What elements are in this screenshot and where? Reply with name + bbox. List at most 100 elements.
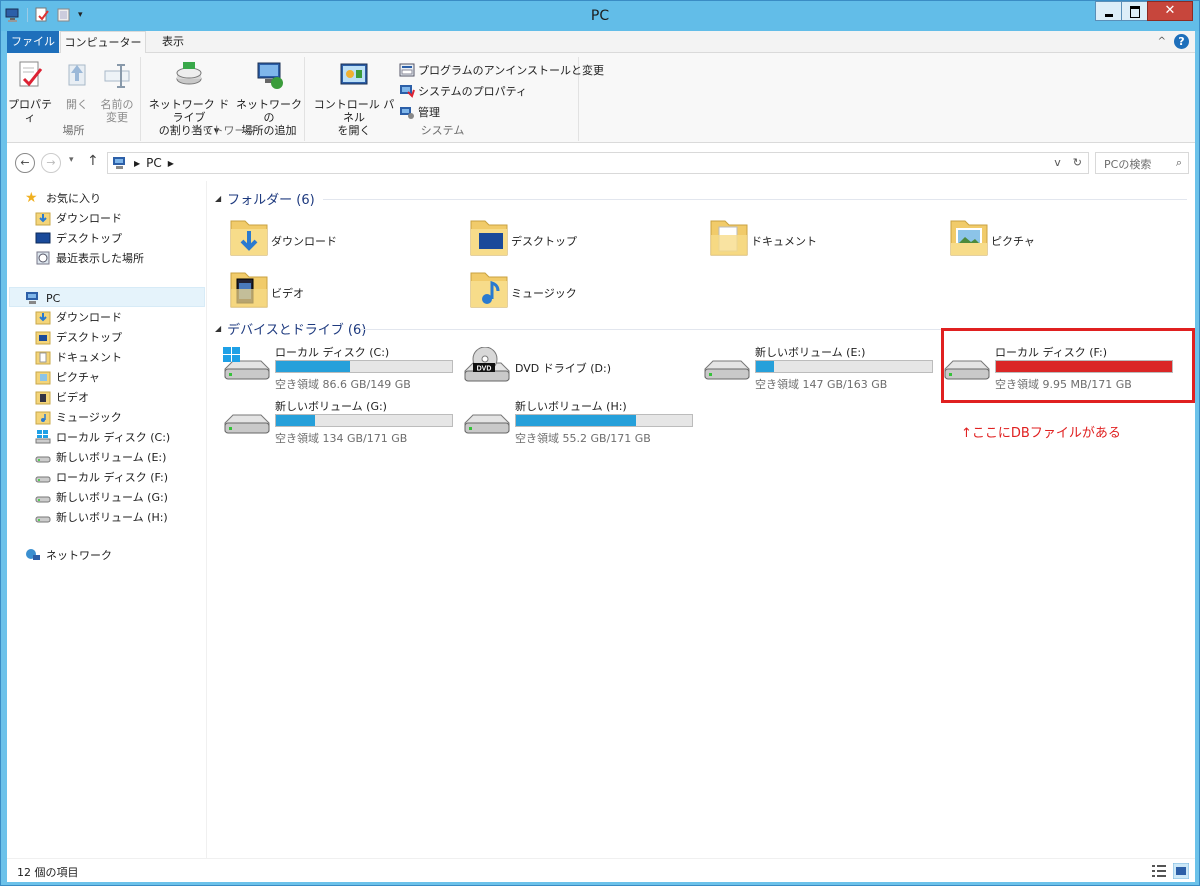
group-network: ネットワーク ドライブ の割り当て▾ ネットワークの 場所の追加 ネットワーク xyxy=(143,57,305,141)
nav-pc-pictures[interactable]: ピクチャ xyxy=(35,367,100,387)
hard-drive-icon xyxy=(35,456,51,463)
system-properties-button[interactable]: システムのプロパティ xyxy=(399,80,604,101)
refresh-icon[interactable]: ↻ xyxy=(1073,156,1082,169)
tab-computer[interactable]: コンピューター xyxy=(60,31,146,54)
section-header-drives[interactable]: ◢ デバイスとドライブ (6) xyxy=(215,318,366,338)
breadcrumb-pc[interactable]: PC xyxy=(146,156,162,170)
nav-fav-downloads[interactable]: ダウンロード xyxy=(35,208,122,228)
view-switcher xyxy=(1151,863,1189,879)
drive-g[interactable]: 新しいボリューム (G:) 空き領域 134 GB/171 GB xyxy=(211,395,453,445)
folder-videos[interactable]: ビデオ xyxy=(211,267,451,315)
hard-drive-icon xyxy=(35,496,51,503)
up-button[interactable]: ↑ xyxy=(87,153,99,169)
system-properties-icon xyxy=(400,84,415,98)
back-button[interactable]: ← xyxy=(15,153,35,173)
properties-icon xyxy=(19,61,43,87)
open-button[interactable]: 開く xyxy=(57,57,97,111)
details-view-icon[interactable] xyxy=(1151,863,1167,879)
capacity-bar xyxy=(755,360,933,373)
explorer-window: ▾ PC ✕ ファイル コンピューター 表示 ^ ? プロパティ 開く 名前の … xyxy=(0,0,1200,886)
address-dropdown-icon[interactable]: v xyxy=(1054,156,1061,169)
close-button[interactable]: ✕ xyxy=(1147,1,1193,21)
manage-icon xyxy=(400,106,414,119)
star-icon: ★ xyxy=(25,190,38,206)
large-icons-view-icon[interactable] xyxy=(1173,863,1189,879)
breadcrumb-arrow-icon[interactable]: ▶ xyxy=(168,159,174,168)
group-label-system: システム xyxy=(420,124,465,137)
forward-button[interactable]: → xyxy=(41,153,61,173)
nav-favorites[interactable]: ★ お気に入り xyxy=(25,188,101,208)
capacity-fill xyxy=(276,415,315,426)
nav-network[interactable]: ネットワーク xyxy=(25,545,112,565)
drive-e[interactable]: 新しいボリューム (E:) 空き領域 147 GB/163 GB xyxy=(691,341,933,391)
address-bar[interactable]: ▶ PC ▶ v ↻ xyxy=(107,152,1089,174)
downloads-folder-icon xyxy=(230,220,268,256)
nav-fav-recent[interactable]: 最近表示した場所 xyxy=(35,248,144,268)
videos-folder-icon xyxy=(35,391,51,405)
hard-drive-icon xyxy=(704,360,750,380)
collapse-icon: ◢ xyxy=(215,323,222,333)
nav-pc-documents[interactable]: ドキュメント xyxy=(35,347,122,367)
nav-pc-desktop[interactable]: デスクトップ xyxy=(35,327,122,347)
section-header-folders[interactable]: ◢ フォルダー (6) xyxy=(215,188,315,208)
nav-pc-music[interactable]: ミュージック xyxy=(35,407,122,427)
nav-pc-drive-h[interactable]: 新しいボリューム (H:) xyxy=(35,507,168,527)
maximize-button[interactable] xyxy=(1121,1,1148,21)
nav-pc-drive-f[interactable]: ローカル ディスク (F:) xyxy=(35,467,168,487)
folder-downloads[interactable]: ダウンロード xyxy=(211,215,451,263)
uninstall-program-button[interactable]: プログラムのアンインストールと変更 xyxy=(399,59,604,80)
nav-pc-drive-c[interactable]: ローカル ディスク (C:) xyxy=(35,427,170,447)
desktop-icon xyxy=(35,232,51,244)
breadcrumb-arrow-icon[interactable]: ▶ xyxy=(134,159,140,168)
nav-pc-drive-e[interactable]: 新しいボリューム (E:) xyxy=(35,447,166,467)
desktop-folder-icon xyxy=(35,331,51,345)
minimize-button[interactable] xyxy=(1095,1,1122,21)
pc-icon xyxy=(113,157,125,169)
svg-text:DVD: DVD xyxy=(477,366,492,373)
main-area: ★ お気に入り ダウンロード デスクトップ 最近表示した場所 PC ダウンロード… xyxy=(7,181,1195,858)
group-label-network: ネットワーク xyxy=(190,124,257,137)
content-pane: ◢ フォルダー (6) ダウンロード デスクトップ ドキュメント ピクチャ ビデ… xyxy=(211,181,1195,858)
windows-drive-icon xyxy=(223,347,270,380)
search-icon: ⌕ xyxy=(1175,156,1182,169)
music-folder-icon xyxy=(470,272,508,308)
nav-pc-downloads[interactable]: ダウンロード xyxy=(35,307,122,327)
minimize-ribbon-icon[interactable]: ^ xyxy=(1158,36,1166,47)
folder-desktop[interactable]: デスクトップ xyxy=(451,215,691,263)
help-icon[interactable]: ? xyxy=(1174,34,1189,49)
open-icon xyxy=(68,64,86,86)
rename-button[interactable]: 名前の 変更 xyxy=(95,57,139,124)
documents-folder-icon xyxy=(710,220,748,256)
folder-documents[interactable]: ドキュメント xyxy=(691,215,931,263)
nav-pc-drive-g[interactable]: 新しいボリューム (G:) xyxy=(35,487,168,507)
drive-c[interactable]: ローカル ディスク (C:) 空き領域 86.6 GB/149 GB xyxy=(211,341,453,391)
window-controls: ✕ xyxy=(1095,1,1193,21)
recent-places-icon xyxy=(36,251,50,265)
capacity-fill xyxy=(516,415,636,426)
folder-music[interactable]: ミュージック xyxy=(451,267,691,315)
tab-view[interactable]: 表示 xyxy=(152,31,194,53)
recent-locations-icon[interactable]: ▾ xyxy=(69,155,74,165)
folder-pictures[interactable]: ピクチャ xyxy=(931,215,1171,263)
dvd-drive-icon: DVD xyxy=(464,347,510,382)
nav-fav-desktop[interactable]: デスクトップ xyxy=(35,228,122,248)
group-location: プロパティ 開く 名前の 変更 場所 xyxy=(7,57,141,141)
nav-pc-videos[interactable]: ビデオ xyxy=(35,387,89,407)
group-system: コントロール パネル を開く プログラムのアンインストールと変更 システムのプロ… xyxy=(307,57,604,141)
downloads-folder-icon xyxy=(35,212,51,226)
system-small-buttons: プログラムのアンインストールと変更 システムのプロパティ 管理 xyxy=(399,59,604,122)
network-location-icon xyxy=(257,62,283,89)
status-bar: 12 個の項目 xyxy=(7,858,1195,882)
address-controls: v ↻ xyxy=(1054,156,1082,169)
drive-d-dvd[interactable]: DVD DVD ドライブ (D:) xyxy=(451,341,687,389)
pictures-folder-icon xyxy=(950,220,988,256)
capacity-bar xyxy=(275,414,453,427)
tab-file[interactable]: ファイル xyxy=(7,31,59,53)
breadcrumb: ▶ PC ▶ xyxy=(112,156,174,170)
drive-h[interactable]: 新しいボリューム (H:) 空き領域 55.2 GB/171 GB xyxy=(451,395,693,445)
manage-button[interactable]: 管理 xyxy=(399,101,604,122)
properties-button[interactable]: プロパティ xyxy=(7,57,53,124)
nav-pc[interactable]: PC xyxy=(25,288,60,308)
search-box[interactable]: PCの検索 ⌕ xyxy=(1095,152,1189,174)
navigation-bar: ← → ▾ ↑ ▶ PC ▶ v ↻ PCの検索 ⌕ xyxy=(7,143,1195,181)
